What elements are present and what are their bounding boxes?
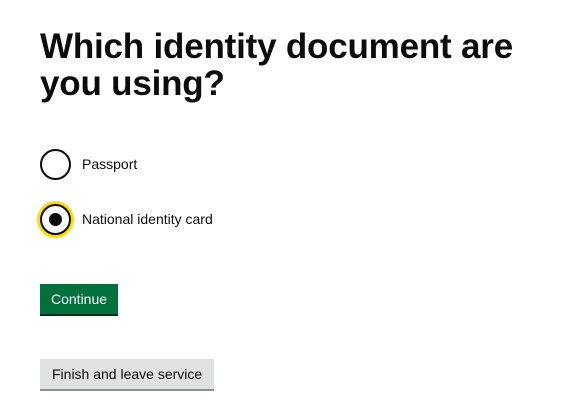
finish-and-leave-service-button[interactable]: Finish and leave service [40, 359, 215, 389]
radio-option-national-identity-card[interactable]: National identity card [40, 203, 550, 235]
selected-radio-dot [49, 212, 62, 226]
main-content: Which identity document are you using? P… [40, 28, 550, 235]
document-type-radio-group: Passport National identity card [40, 148, 550, 235]
passport-radio-button[interactable] [40, 148, 71, 180]
national-identity-card-radio-button[interactable] [40, 203, 71, 235]
national-identity-card-radio-label[interactable]: National identity card [82, 210, 213, 228]
radio-option-passport[interactable]: Passport [40, 148, 550, 180]
passport-radio-label[interactable]: Passport [82, 155, 137, 173]
page-title: Which identity document are you using? [40, 27, 513, 103]
continue-button[interactable]: Continue [40, 284, 119, 314]
